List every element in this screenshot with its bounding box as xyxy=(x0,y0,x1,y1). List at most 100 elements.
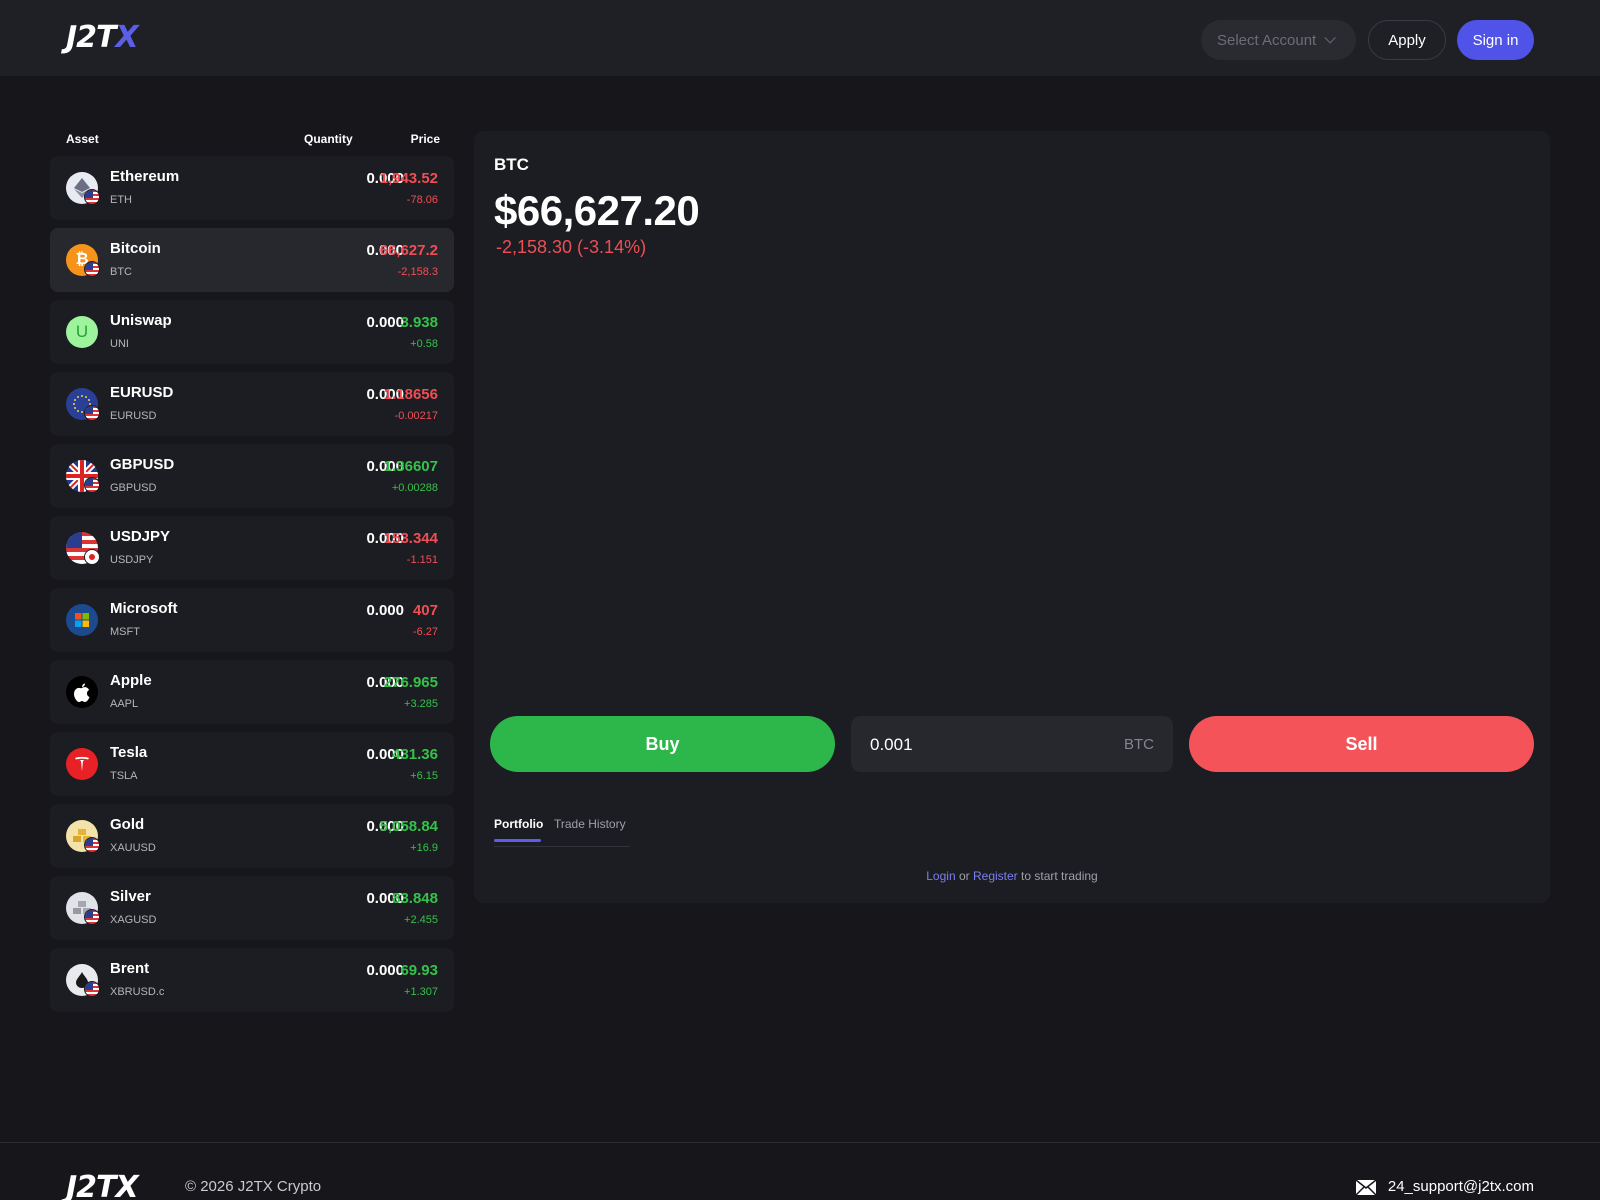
asset-name: Silver xyxy=(110,888,151,905)
uniswap-icon: U xyxy=(66,316,98,348)
asset-row-msft[interactable]: Microsoft MSFT 0.000 407 -6.27 xyxy=(50,588,454,652)
asset-change: +16.9 xyxy=(410,842,438,854)
asset-change: -0.00217 xyxy=(394,410,438,422)
asset-name: Brent xyxy=(110,960,150,977)
asset-quantity: 0.000 xyxy=(366,890,404,907)
asset-change: +0.58 xyxy=(410,338,438,350)
selected-price: $66,627.20 xyxy=(494,187,700,234)
login-suffix-text: to start trading xyxy=(1021,869,1098,883)
asset-symbol: AAPL xyxy=(110,698,139,710)
asset-name: Bitcoin xyxy=(110,240,161,257)
us-flag-icon xyxy=(84,261,100,277)
tesla-icon xyxy=(66,748,98,780)
us-flag-icon xyxy=(84,477,100,493)
asset-row-eth[interactable]: Ethereum ETH 0.000 1,943.52 -78.06 xyxy=(50,156,454,220)
asset-list: Ethereum ETH 0.000 1,943.52 -78.06 ₿ Bitcoin BT… xyxy=(50,156,454,1020)
column-header-price: Price xyxy=(410,132,440,146)
asset-row-uni[interactable]: U Uniswap UNI 0.000 3.938 +0.58 xyxy=(50,300,454,364)
login-link[interactable]: Login xyxy=(926,869,955,883)
asset-name: Tesla xyxy=(110,744,148,761)
column-header-asset: Asset xyxy=(66,132,99,146)
amount-input[interactable]: 0.001 BTC xyxy=(851,716,1173,772)
microsoft-icon xyxy=(66,604,98,636)
top-navbar: J2T X Select Account Apply Sign in xyxy=(0,0,1600,76)
sign-in-button[interactable]: Sign in xyxy=(1457,20,1534,60)
asset-change: +6.15 xyxy=(410,770,438,782)
asset-price: 1.18656 xyxy=(383,386,438,403)
asset-change: -78.06 xyxy=(406,194,438,206)
column-header-quantity: Quantity xyxy=(304,132,353,146)
mail-icon xyxy=(1356,1180,1376,1195)
asset-symbol: BTC xyxy=(110,266,132,278)
asset-row-xauusd[interactable]: Gold XAUUSD 0.000 5,058.84 +16.9 xyxy=(50,804,454,868)
asset-quantity: 0.000 xyxy=(366,314,404,331)
amount-unit: BTC xyxy=(1124,736,1154,753)
selected-symbol: BTC xyxy=(494,155,529,174)
support-email-link[interactable]: 24_support@j2tx.com xyxy=(1388,1178,1534,1195)
footer-divider xyxy=(0,1142,1600,1143)
asset-symbol: ETH xyxy=(110,194,132,206)
us-flag-icon xyxy=(84,909,100,925)
asset-price: 3.938 xyxy=(400,314,438,331)
asset-name: Apple xyxy=(110,672,152,689)
footer-copyright: © 2026 J2TX Crypto xyxy=(185,1178,322,1195)
asset-symbol: MSFT xyxy=(110,626,140,638)
jp-flag-icon xyxy=(84,549,100,565)
asset-symbol: USDJPY xyxy=(110,554,154,566)
trading-panel: BTC $66,627.20 -2,158.30 (-3.14%) Buy 0.… xyxy=(474,131,1550,903)
asset-change: -2,158.3 xyxy=(397,266,438,278)
panel-tabs: Portfolio Trade History xyxy=(494,817,630,847)
apply-button[interactable]: Apply xyxy=(1368,20,1446,60)
asset-price: 69.93 xyxy=(400,962,438,979)
asset-symbol: EURUSD xyxy=(110,410,157,422)
asset-name: GBPUSD xyxy=(110,456,175,473)
asset-row-gbpusd[interactable]: GBPUSD GBPUSD 0.000 1.36607 +0.00288 xyxy=(50,444,454,508)
select-account-dropdown[interactable]: Select Account xyxy=(1201,20,1356,60)
login-prompt: Login or Register to start trading xyxy=(474,869,1550,883)
footer-logo[interactable]: J2TX xyxy=(66,1173,139,1200)
asset-row-tsla[interactable]: Tesla TSLA 0.000 431.36 +6.15 xyxy=(50,732,454,796)
asset-change: +2.455 xyxy=(404,914,438,926)
asset-row-aapl[interactable]: Apple AAPL 0.000 276.965 +3.285 xyxy=(50,660,454,724)
register-link[interactable]: Register xyxy=(973,869,1018,883)
asset-price: 5,058.84 xyxy=(379,818,438,835)
us-flag-icon xyxy=(84,189,100,205)
asset-name: Microsoft xyxy=(110,600,178,617)
sell-button[interactable]: Sell xyxy=(1189,716,1534,772)
asset-quantity: 0.000 xyxy=(366,746,404,763)
buy-button[interactable]: Buy xyxy=(490,716,835,772)
asset-price: 1,943.52 xyxy=(379,170,438,187)
asset-symbol: XAUUSD xyxy=(110,842,156,854)
us-flag-icon xyxy=(84,981,100,997)
asset-quantity: 0.000 xyxy=(366,962,404,979)
asset-row-xagusd[interactable]: Silver XAGUSD 0.000 83.848 +2.455 xyxy=(50,876,454,940)
amount-value: 0.001 xyxy=(870,735,913,754)
asset-row-usdjpy[interactable]: USDJPY USDJPY 0.000 153.344 -1.151 xyxy=(50,516,454,580)
us-flag-icon xyxy=(84,837,100,853)
logo[interactable]: J2T X xyxy=(66,23,139,53)
asset-name: USDJPY xyxy=(110,528,171,545)
asset-change: +1.307 xyxy=(404,986,438,998)
chevron-down-icon xyxy=(1324,32,1337,44)
login-or-text: or xyxy=(958,869,970,883)
asset-change: +0.00288 xyxy=(391,482,438,494)
select-account-label: Select Account xyxy=(1217,31,1317,49)
asset-price: 83.848 xyxy=(392,890,438,907)
asset-symbol: GBPUSD xyxy=(110,482,157,494)
selected-price-change: -2,158.30 (-3.14%) xyxy=(496,237,647,257)
tab-portfolio[interactable]: Portfolio xyxy=(494,817,543,842)
asset-quantity: 0.000 xyxy=(366,602,404,619)
tab-trade-history[interactable]: Trade History xyxy=(554,817,626,831)
asset-price: 66,627.2 xyxy=(379,242,438,259)
asset-row-btc[interactable]: ₿ Bitcoin BTC 0.000 66,627.2 -2,158.3 xyxy=(50,228,454,292)
asset-row-eurusd[interactable]: EURUSD EURUSD 0.000 1.18656 -0.00217 xyxy=(50,372,454,436)
asset-price: 431.36 xyxy=(392,746,438,763)
asset-row-xbrusdc[interactable]: Brent XBRUSD.c 0.000 69.93 +1.307 xyxy=(50,948,454,1012)
asset-symbol: XBRUSD.c xyxy=(110,986,165,998)
asset-name: Gold xyxy=(110,816,145,833)
asset-symbol: TSLA xyxy=(110,770,138,782)
us-flag-icon xyxy=(84,405,100,421)
asset-name: EURUSD xyxy=(110,384,174,401)
asset-symbol: UNI xyxy=(110,338,129,350)
asset-change: -1.151 xyxy=(406,554,438,566)
